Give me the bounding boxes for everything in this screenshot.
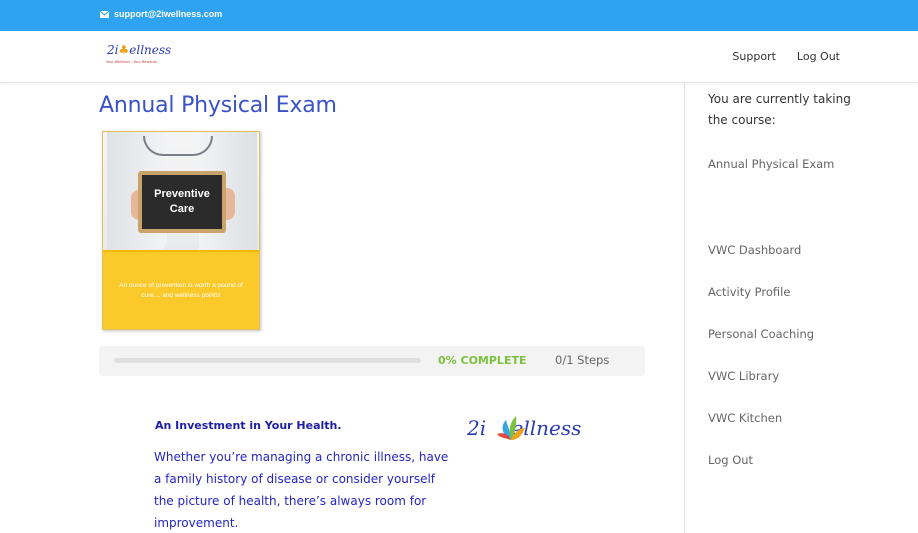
card-caption: An ounce of prevention is worth a pound … <box>103 250 259 329</box>
site-logo[interactable]: 2i♣ellness Your Wellness - Your Rewards <box>104 43 172 71</box>
logo-tagline: Your Wellness - Your Rewards <box>106 60 157 64</box>
sidebar-item-log-out[interactable]: Log Out <box>708 451 888 493</box>
page-title: Annual Physical Exam <box>99 93 337 118</box>
sidebar-item-vwc-library[interactable]: VWC Library <box>708 367 888 409</box>
content-body: Whether you’re managing a chronic illnes… <box>154 450 449 530</box>
support-email-link[interactable]: support@2iwellness.com <box>100 9 222 19</box>
nav-logout-link[interactable]: Log Out <box>797 50 840 63</box>
top-nav: Support Log Out <box>732 50 840 63</box>
current-course-label: You are currently taking the course: <box>708 92 851 127</box>
brand-logo: 2i ellness <box>467 414 591 454</box>
board-text-line1: Preventive <box>154 188 210 200</box>
course-progress: 0% COMPLETE 0/1 Steps <box>99 346 645 376</box>
logo-leaf-icon <box>497 416 525 440</box>
doctor-photo: Preventive Care <box>103 132 259 250</box>
board-text-line2: Care <box>169 203 195 215</box>
mail-icon <box>100 10 109 18</box>
top-bar: support@2iwellness.com <box>0 0 918 31</box>
site-header: 2i♣ellness Your Wellness - Your Rewards … <box>0 31 918 83</box>
sidebar-item-vwc-dashboard[interactable]: VWC Dashboard <box>708 241 888 283</box>
sidebar-divider <box>684 83 685 533</box>
sidebar-item-vwc-kitchen[interactable]: VWC Kitchen <box>708 409 888 451</box>
sidebar-item-personal-coaching[interactable]: Personal Coaching <box>708 325 888 367</box>
content-heading: An Investment in Your Health. <box>155 419 342 432</box>
sidebar-item-activity-profile[interactable]: Activity Profile <box>708 283 888 325</box>
course-image: Preventive Care An ounce of prevention i… <box>102 131 260 330</box>
sidebar-menu: VWC Dashboard Activity Profile Personal … <box>708 241 888 493</box>
nav-support-link[interactable]: Support <box>732 50 775 63</box>
caption-text: An ounce of prevention is worth a pound … <box>119 282 243 299</box>
current-course-link[interactable]: Annual Physical Exam <box>708 147 858 181</box>
logo-text: 2i♣ellness <box>107 43 172 57</box>
support-email[interactable]: support@2iwellness.com <box>114 9 222 19</box>
stethoscope-icon <box>143 136 213 156</box>
progress-steps: 0/1 Steps <box>555 353 610 367</box>
progress-percent: 0% COMPLETE <box>438 354 527 367</box>
chalkboard: Preventive Care <box>138 171 226 233</box>
progress-bar <box>114 358 421 363</box>
